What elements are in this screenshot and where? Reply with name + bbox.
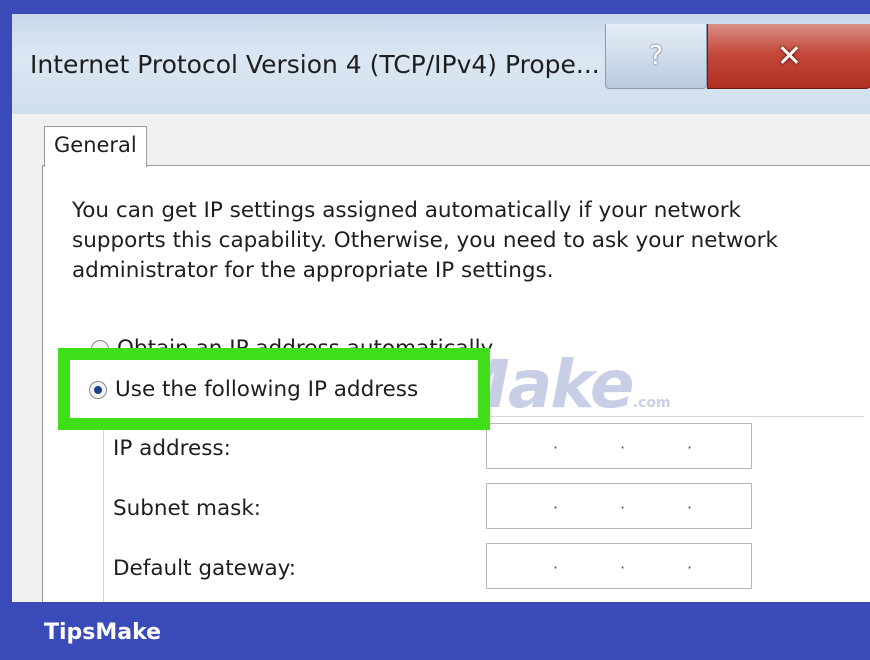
subnet-mask-input[interactable]: · · · (486, 483, 752, 529)
brand-logo: TipsMake (44, 620, 162, 645)
properties-dialog: Internet Protocol Version 4 (TCP/IPv4) P… (12, 14, 870, 602)
question-mark-icon: ? (649, 41, 663, 71)
top-border (0, 0, 870, 12)
radio-use-following[interactable]: Use the following IP address (89, 377, 418, 402)
tab-general[interactable]: General (44, 126, 147, 167)
title-bar: Internet Protocol Version 4 (TCP/IPv4) P… (12, 14, 870, 114)
ip-address-input[interactable]: · · · (486, 423, 752, 469)
default-gateway-input[interactable]: · · · (486, 543, 752, 589)
default-gateway-label: Default gateway: (113, 556, 297, 581)
description-text: You can get IP settings assigned automat… (72, 198, 778, 283)
close-button[interactable]: ✕ (707, 24, 870, 89)
ip-address-label: IP address: (113, 436, 231, 461)
footer-bar: TipsMake (0, 602, 870, 660)
close-icon: ✕ (776, 38, 803, 74)
subnet-mask-label: Subnet mask: (113, 496, 262, 521)
radio-use-following-label: Use the following IP address (115, 377, 419, 402)
tab-general-label: General (54, 133, 137, 157)
window-title: Internet Protocol Version 4 (TCP/IPv4) P… (30, 50, 600, 79)
radio-circle-selected[interactable] (89, 380, 107, 399)
highlight-box: Use the following IP address (58, 348, 490, 430)
help-button[interactable]: ? (605, 24, 707, 89)
